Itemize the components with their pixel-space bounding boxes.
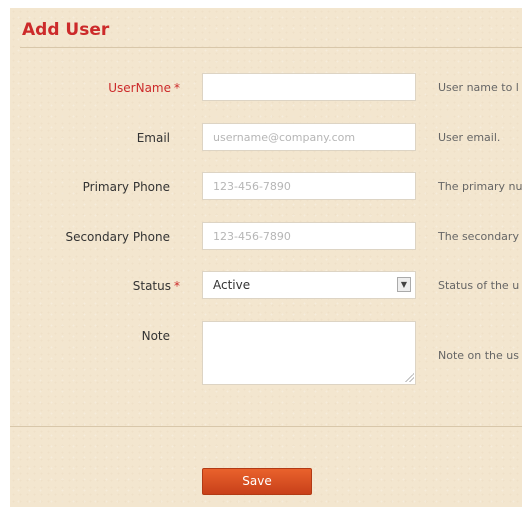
- note-textarea[interactable]: [202, 321, 416, 385]
- status-selected-value: Active: [213, 278, 251, 292]
- secondary-phone-input[interactable]: [202, 222, 416, 250]
- add-user-panel: Add User UserName * User name to l Email …: [10, 8, 522, 507]
- form-divider: [10, 426, 522, 427]
- email-label: Email: [136, 131, 170, 145]
- page-title: Add User: [22, 20, 110, 40]
- status-help: Status of the u: [438, 279, 520, 292]
- save-button[interactable]: Save: [202, 468, 312, 495]
- email-help: User email.: [438, 131, 501, 144]
- note-help: Note on the us: [438, 349, 519, 362]
- username-label: UserName *: [108, 81, 180, 95]
- chevron-down-icon[interactable]: ▼: [397, 277, 411, 292]
- username-input[interactable]: [202, 73, 416, 101]
- status-label: Status *: [132, 279, 180, 293]
- resize-grip-icon[interactable]: [404, 372, 414, 382]
- primary-phone-help: The primary nu: [438, 180, 522, 193]
- username-help: User name to l: [438, 81, 519, 94]
- status-select[interactable]: Active ▼: [202, 271, 416, 299]
- secondary-phone-help: The secondary: [438, 230, 519, 243]
- email-input[interactable]: [202, 123, 416, 151]
- note-label: Note: [141, 329, 170, 343]
- title-divider: [20, 47, 522, 48]
- primary-phone-input[interactable]: [202, 172, 416, 200]
- primary-phone-label: Primary Phone: [82, 180, 170, 194]
- secondary-phone-label: Secondary Phone: [65, 230, 170, 244]
